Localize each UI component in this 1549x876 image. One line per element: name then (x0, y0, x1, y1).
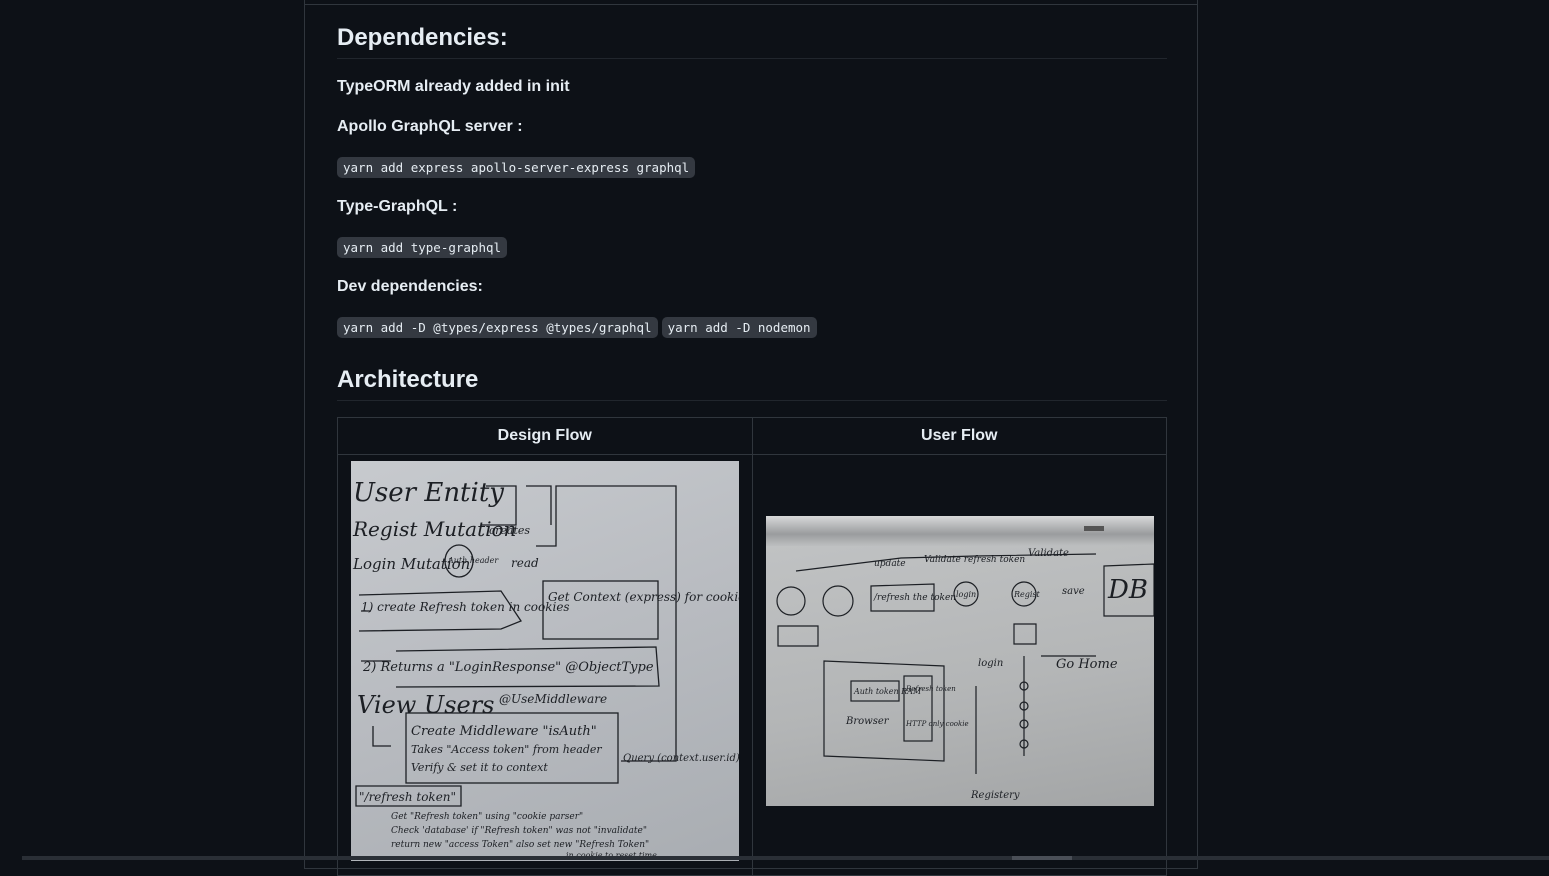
code-dev-nodemon-install: yarn add -D nodemon (661, 317, 817, 338)
drawing-text: Takes "Access token" from header (411, 743, 602, 756)
drawing-text: update (874, 559, 906, 569)
table-header-design-flow: Design Flow (337, 417, 753, 455)
divider (305, 4, 1197, 5)
drawing-text: save (1062, 586, 1085, 597)
drawing-text: Auth header (447, 556, 499, 565)
table-cell-user-flow: Validate Validate refresh token update D… (751, 454, 1168, 876)
paragraph-typeorm: TypeORM already added in init (337, 78, 570, 95)
drawing-text: read (511, 556, 539, 570)
code-line-dev: yarn add -D @types/express @types/graphq… (337, 317, 817, 339)
drawing-text: Verify & set it to context (411, 761, 548, 774)
drawing-text: login (956, 590, 976, 599)
code-typegraphql-install: yarn add type-graphql (337, 237, 508, 258)
scrollbar-thumb[interactable] (1012, 856, 1072, 860)
drawing-text: return new "access Token" also set new "… (391, 840, 649, 850)
drawing-text: 1) create Refresh token in cookies (361, 600, 570, 614)
drawing-text: Query (context.user.id) (623, 753, 739, 764)
drawing-text: 2) Returns a "LoginResponse" @ObjectType (362, 660, 654, 675)
user-flow-drawing: Validate Validate refresh token update D… (775, 548, 1154, 801)
drawing-text: Get Context (express) for cookie setting (548, 590, 739, 604)
heading-dependencies: Dependencies: (337, 21, 1167, 59)
drawing-text: login (978, 658, 1003, 669)
drawing-text: Browser (845, 716, 890, 727)
drawing-text: Validate refresh token (924, 555, 1025, 565)
table-row: User Entity Regist Mutation creates Logi… (337, 454, 1168, 876)
drawing-text: Create Middleware "isAuth" (411, 724, 597, 739)
design-flow-image[interactable]: User Entity Regist Mutation creates Logi… (351, 461, 739, 861)
heading-architecture: Architecture (337, 363, 1167, 401)
drawing-text: View Users (357, 691, 495, 719)
drawing-text: Regist (1013, 590, 1041, 599)
table-header-row: Design Flow User Flow (337, 417, 1168, 455)
code-line-typegraphql: yarn add type-graphql (337, 237, 508, 259)
drawing-text: creates (489, 524, 530, 537)
user-flow-image[interactable]: Validate Validate refresh token update D… (765, 516, 1154, 806)
drawing-text: /refresh the token (873, 593, 956, 603)
table-cell-design-flow: User Entity Regist Mutation creates Logi… (337, 454, 753, 876)
code-line-apollo: yarn add express apollo-server-express g… (337, 157, 696, 179)
drawing-text: Go Home (1056, 657, 1118, 672)
drawing-text: Validate (1028, 548, 1069, 559)
horizontal-scrollbar[interactable] (22, 856, 1549, 860)
table-header-user-flow: User Flow (751, 417, 1168, 455)
drawing-text: User Entity (353, 478, 504, 508)
paragraph-dev-dependencies: Dev dependencies: (337, 278, 483, 295)
drawing-text: "/refresh token" (359, 790, 456, 804)
drawing-text: Registery (970, 790, 1020, 801)
drawing-text: Refresh token (905, 685, 956, 693)
code-apollo-install: yarn add express apollo-server-express g… (337, 157, 696, 178)
drawing-text: @UseMiddleware (499, 692, 607, 706)
readme-container: Dependencies: TypeORM already added in i… (304, 0, 1198, 876)
paragraph-apollo: Apollo GraphQL server : (337, 118, 523, 135)
drawing-text: HTTP only cookie (905, 720, 969, 728)
drawing-text: Get "Refresh token" using "cookie parser… (391, 812, 583, 822)
architecture-table: Design Flow User Flow User Entity Regist… (337, 417, 1168, 876)
code-dev-types-install: yarn add -D @types/express @types/graphq… (337, 317, 658, 338)
drawing-text: Check 'database' if "Refresh token" was … (391, 826, 647, 836)
design-flow-drawing: User Entity Regist Mutation creates Logi… (351, 478, 739, 860)
drawing-text: DB (1107, 575, 1148, 605)
paragraph-typegraphql: Type-GraphQL : (337, 198, 458, 215)
